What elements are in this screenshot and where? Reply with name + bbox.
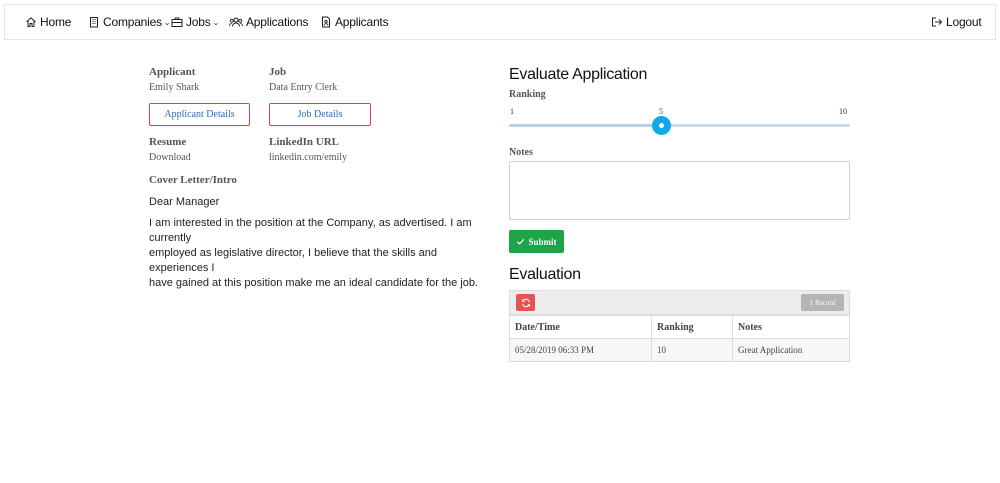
linkedin-label: LinkedIn URL	[269, 136, 340, 148]
briefcase-icon	[171, 17, 183, 27]
users-icon	[229, 17, 243, 27]
building-icon	[90, 17, 98, 28]
evaluate-title: Evaluate Application	[509, 66, 648, 83]
applicant-details-button[interactable]: Applicant Details	[149, 103, 250, 126]
chevron-down-icon: ⌄	[212, 17, 220, 27]
submit-button[interactable]: Submit	[509, 230, 564, 253]
cover-letter-line: employed as legislative director, I beli…	[149, 247, 437, 274]
refresh-button[interactable]	[516, 294, 535, 311]
nav-jobs-label: Jobs	[186, 15, 211, 29]
applicant-label: Applicant	[149, 66, 196, 78]
applicant-name: Emily Shark	[149, 82, 200, 93]
linkedin-link[interactable]: linkedin.com/emily	[269, 152, 347, 163]
nav-applications-label: Applications	[246, 15, 309, 29]
table-header-row: Date/Time Ranking Notes	[509, 315, 850, 339]
nav-applicants[interactable]: Applicants	[320, 5, 389, 39]
job-label: Job	[269, 66, 287, 78]
cover-letter-label: Cover Letter/Intro	[149, 174, 237, 186]
ranking-min: 1	[510, 107, 514, 116]
table-row[interactable]: 05/28/2019 06:33 PM 10 Great Application	[509, 338, 850, 362]
column-header-datetime[interactable]: Date/Time	[509, 315, 652, 339]
record-count-badge: 1 Record	[801, 294, 844, 311]
nav-jobs[interactable]: Jobs ⌄	[171, 5, 219, 39]
resume-label: Resume	[149, 136, 187, 148]
job-details-button[interactable]: Job Details	[269, 103, 371, 126]
resume-download-link[interactable]: Download	[149, 152, 191, 163]
ranking-slider-fill	[509, 124, 661, 127]
notes-textarea[interactable]	[509, 161, 850, 220]
ranking-current: 5	[659, 107, 663, 116]
nav-companies[interactable]: Companies ⌄	[88, 5, 171, 39]
home-icon	[26, 17, 36, 27]
nav-home[interactable]: Home	[25, 5, 71, 39]
cell-datetime: 05/28/2019 06:33 PM	[509, 338, 652, 362]
check-icon	[517, 238, 525, 245]
ranking-slider-track[interactable]	[509, 124, 850, 127]
job-title: Data Entry Clerk	[269, 82, 338, 93]
ranking-slider-handle[interactable]	[652, 116, 671, 135]
notes-label: Notes	[509, 147, 533, 158]
logout-icon	[932, 17, 943, 27]
ranking-max: 10	[839, 107, 847, 116]
cover-letter-greeting: Dear Manager	[149, 196, 220, 208]
top-navbar: Home Companies ⌄ Jobs ⌄ Applications App…	[4, 4, 996, 40]
nav-home-label: Home	[40, 15, 72, 29]
cell-ranking: 10	[651, 338, 733, 362]
evaluation-title: Evaluation	[509, 266, 581, 283]
nav-logout-label: Logout	[946, 15, 982, 29]
column-header-ranking[interactable]: Ranking	[651, 315, 733, 339]
file-user-icon	[322, 16, 330, 28]
cell-notes: Great Application	[732, 338, 850, 362]
ranking-label: Ranking	[509, 89, 546, 100]
nav-applicants-label: Applicants	[335, 15, 389, 29]
cover-letter-line: have gained at this position make me an …	[149, 277, 478, 289]
column-header-notes[interactable]: Notes	[732, 315, 850, 339]
chevron-down-icon: ⌄	[163, 17, 171, 27]
refresh-icon	[521, 298, 530, 307]
evaluation-table: Date/Time Ranking Notes 05/28/2019 06:33…	[509, 315, 850, 362]
nav-logout[interactable]: Logout	[931, 5, 982, 39]
cover-letter-line: I am interested in the position at the C…	[149, 217, 472, 244]
cover-letter-body: I am interested in the position at the C…	[149, 216, 499, 291]
submit-label: Submit	[528, 236, 557, 247]
evaluation-toolbar: 1 Record	[509, 290, 850, 315]
nav-applications[interactable]: Applications	[229, 5, 309, 39]
nav-companies-label: Companies	[103, 15, 162, 29]
